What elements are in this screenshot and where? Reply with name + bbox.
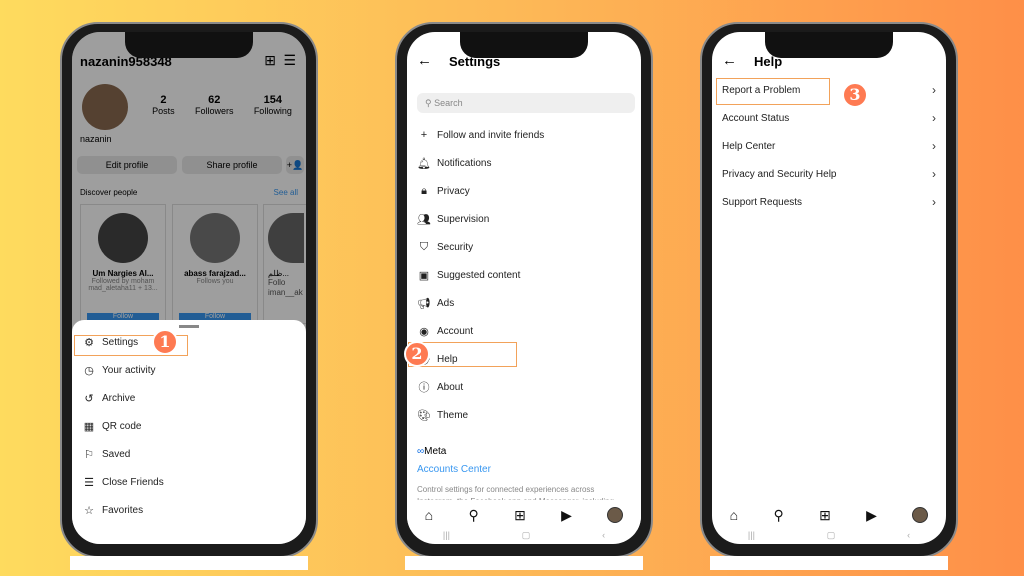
menu-item-label: QR code (102, 420, 142, 432)
menu-item[interactable]: ⚐ Saved (82, 440, 296, 468)
menu-item-label: Help Center (722, 140, 776, 152)
highlight-report-problem (716, 78, 830, 105)
home-button-icon[interactable]: ▢ (827, 530, 836, 544)
settings-screen: ← Settings ⚲ Search + Follow and invite f… (407, 32, 641, 544)
supervision-icon: 👥︎ (417, 213, 431, 226)
menu-item-label: Follow and invite friends (437, 129, 545, 141)
home-icon[interactable]: ⌂ (425, 507, 433, 523)
menu-item-label: Close Friends (102, 476, 164, 488)
menu-item[interactable]: Account Status › (722, 104, 936, 132)
info-icon: ⓘ (418, 382, 430, 394)
menu-item[interactable]: 👥︎ Supervision (417, 205, 631, 233)
profile-avatar[interactable] (607, 507, 624, 523)
search-icon[interactable]: ⚲ (468, 507, 478, 524)
step-badge-3: 3 (842, 82, 868, 108)
profile-screen: nazanin958348 ⊞ ☰ nazanin 2 Posts 62 Follo… (72, 32, 306, 544)
menu-item[interactable]: ☰ Close Friends (82, 468, 296, 496)
notch (460, 32, 588, 58)
chevron-right-icon: › (932, 139, 936, 153)
home-button-icon[interactable]: ▢ (522, 530, 531, 544)
archive-icon: ↺ (84, 392, 94, 405)
step-badge-1: 1 (152, 329, 178, 355)
list-icon: ☰ (84, 476, 94, 489)
phone-settings: ← Settings ⚲ Search + Follow and invite f… (395, 22, 653, 570)
create-icon[interactable]: ⊞ (819, 507, 831, 524)
menu-item-label: Archive (102, 392, 136, 404)
menu-item-label: Notifications (437, 157, 492, 169)
menu-item[interactable]: ◷ Your activity (82, 356, 296, 384)
home-icon[interactable]: ⌂ (730, 507, 738, 523)
palette-icon: 🎨︎ (417, 409, 431, 422)
menu-item[interactable]: ◉ Account (417, 317, 631, 345)
system-nav: ||| ▢ ‹ (712, 530, 946, 544)
menu-item[interactable]: ☆ Favorites (82, 496, 296, 524)
menu-item[interactable]: 🔔︎ Notifications (417, 149, 631, 177)
add-person-icon: + (420, 129, 428, 141)
menu-item[interactable]: Support Requests › (722, 188, 936, 216)
menu-item-label: Favorites (102, 504, 144, 516)
reels-icon[interactable]: ▶ (866, 507, 877, 524)
meta-logo: ∞Meta (417, 446, 447, 457)
menu-item[interactable]: Help Center › (722, 132, 936, 160)
chevron-right-icon: › (932, 195, 936, 209)
back-icon[interactable]: ‹ (907, 530, 910, 544)
recents-icon[interactable]: ||| (443, 530, 450, 544)
phone-profile: nazanin958348 ⊞ ☰ nazanin 2 Posts 62 Follo… (60, 22, 318, 570)
menu-item[interactable]: Privacy and Security Help › (722, 160, 936, 188)
back-arrow-icon[interactable]: ← (722, 52, 737, 69)
menu-item[interactable]: ▣ Suggested content (417, 261, 631, 289)
back-icon[interactable]: ‹ (602, 530, 605, 544)
menu-item-label: Security (437, 241, 474, 253)
notch (125, 32, 253, 58)
menu-item-label: Ads (437, 297, 455, 309)
bookmark-icon: ⚐ (84, 448, 94, 461)
bottom-nav: ⌂ ⚲ ⊞ ▶ (407, 500, 641, 530)
chevron-right-icon: › (932, 83, 936, 97)
chevron-right-icon: › (932, 167, 936, 181)
activity-icon: ◷ (84, 364, 94, 377)
menu-item-label: Your activity (102, 364, 156, 376)
chevron-right-icon: › (932, 111, 936, 125)
star-icon: ☆ (84, 504, 94, 517)
step-badge-2: 2 (404, 341, 430, 367)
menu-item-label: Saved (102, 448, 131, 460)
shield-icon: ⛉ (419, 240, 429, 253)
lock-icon: 🔒︎ (421, 184, 427, 197)
menu-item-label: Suggested content (437, 269, 521, 281)
bell-icon: 🔔︎ (417, 157, 431, 170)
menu-item[interactable]: ⛉ Security (417, 233, 631, 261)
menu-item[interactable]: ▦ QR code (82, 412, 296, 440)
megaphone-icon: 📢︎ (417, 297, 431, 310)
search-icon[interactable]: ⚲ (773, 507, 783, 524)
suggested-icon: ▣ (418, 269, 430, 282)
menu-item-label: Account (437, 325, 474, 337)
menu-item-label: Privacy (437, 185, 470, 197)
menu-item[interactable]: 🔒︎ Privacy (417, 177, 631, 205)
search-icon: ⚲ (425, 98, 435, 108)
menu-item-label: About (437, 381, 464, 393)
menu-item[interactable]: + Follow and invite friends (417, 121, 631, 149)
search-input[interactable]: ⚲ Search (417, 93, 635, 113)
menu-item-label: Privacy and Security Help (722, 168, 837, 180)
reels-icon[interactable]: ▶ (561, 507, 572, 524)
profile-avatar[interactable] (912, 507, 929, 523)
qr-icon: ▦ (83, 420, 95, 433)
menu-item[interactable]: 🎨︎ Theme (417, 401, 631, 429)
account-icon: ◉ (419, 325, 429, 338)
recents-icon[interactable]: ||| (748, 530, 755, 544)
menu-item-label: Account Status (722, 112, 790, 124)
menu-item[interactable]: ↺ Archive (82, 384, 296, 412)
menu-item[interactable]: ⓘ About (417, 373, 631, 401)
accounts-center-link[interactable]: Accounts Center (417, 464, 491, 475)
menu-item[interactable]: 📢︎ Ads (417, 289, 631, 317)
menu-item-label: Supervision (437, 213, 490, 225)
menu-item-label: Theme (437, 409, 469, 421)
help-screen: ← Help Report a Problem › Account Status › H… (712, 32, 946, 544)
system-nav: ||| ▢ ‹ (407, 530, 641, 544)
notch (765, 32, 893, 58)
create-icon[interactable]: ⊞ (514, 507, 526, 524)
menu-item-label: Support Requests (722, 196, 803, 208)
bottom-nav: ⌂ ⚲ ⊞ ▶ (712, 500, 946, 530)
back-arrow-icon[interactable]: ← (417, 52, 432, 69)
